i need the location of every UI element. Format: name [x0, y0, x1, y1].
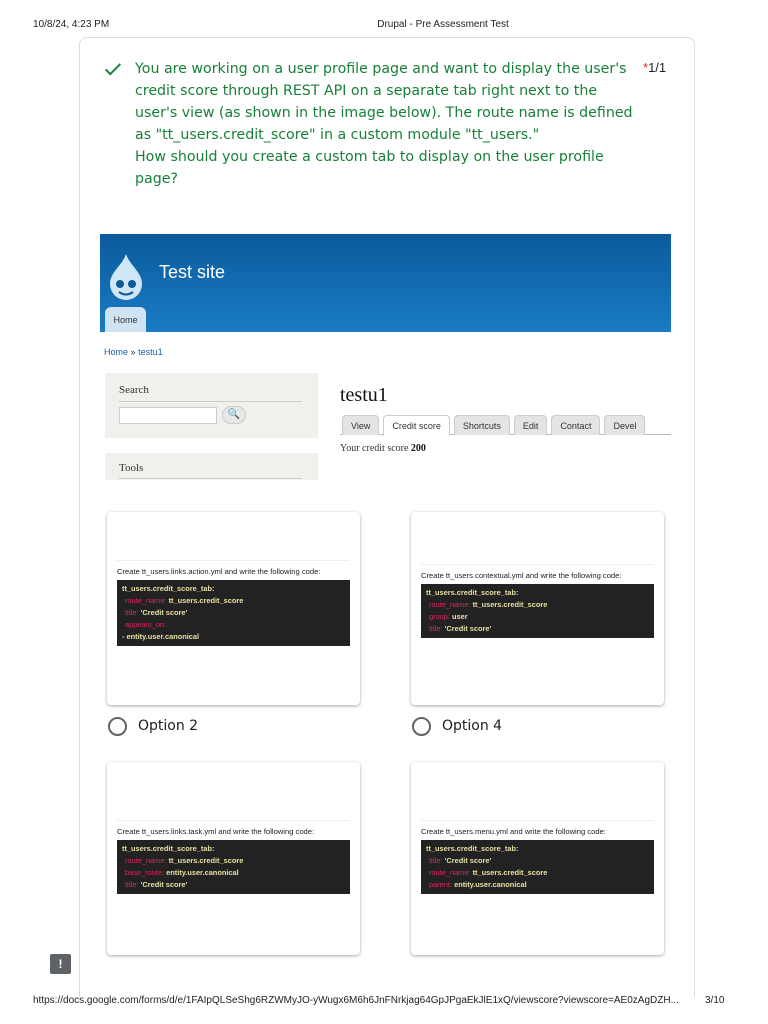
code-key: title:	[429, 856, 443, 865]
tools-block-title: Tools	[119, 462, 144, 474]
code-line: appears_on:	[122, 619, 345, 631]
correct-check-icon	[104, 63, 122, 76]
code-block: tt_users.credit_score_tab: route_name: tt…	[117, 580, 350, 646]
option-instruction: Create tt_users.links.task.yml and write…	[117, 827, 315, 836]
code-value: entity.user.canonical	[454, 880, 527, 889]
question-body: You are working on a user profile page a…	[135, 61, 633, 143]
code-key: route_name:	[125, 856, 167, 865]
print-page-number: 3/10	[705, 995, 725, 1006]
code-value: entity.user.canonical	[166, 868, 239, 877]
user-tabs: View Credit score Shortcuts Edit Contact…	[340, 414, 671, 436]
question-image: Test site Home Home » testu1 Search 🔍 To…	[100, 234, 671, 480]
code-line: group: user	[426, 611, 649, 623]
credit-score-value: 200	[410, 443, 426, 454]
print-url: https://docs.google.com/forms/d/e/1FAIpQ…	[33, 995, 679, 1006]
report-icon[interactable]: !	[50, 954, 71, 974]
code-key: route_name:	[125, 596, 167, 605]
code-line: title: 'Credit score'	[122, 879, 345, 891]
breadcrumb-current: testu1	[138, 347, 163, 357]
tools-block: Tools	[105, 453, 318, 480]
tab-contact: Contact	[551, 415, 601, 435]
drupal-logo-icon	[110, 254, 142, 300]
code-line: route_name: tt_users.credit_score	[426, 867, 649, 879]
code-key: route_name:	[429, 600, 471, 609]
tab-shortcuts: Shortcuts	[453, 415, 510, 435]
print-title: Drupal - Pre Assessment Test	[377, 19, 509, 30]
code-value: - entity.user.canonical	[122, 632, 200, 641]
option-2-label: Option 2	[138, 718, 199, 734]
code-key: parent:	[429, 880, 453, 889]
code-value: 'Credit score'	[140, 880, 188, 889]
code-value: tt_users.credit_score	[168, 596, 244, 605]
search-icon: 🔍	[222, 406, 246, 424]
option-4-label: Option 4	[442, 718, 503, 734]
question-prompt: How should you create a custom tab to di…	[135, 149, 604, 187]
code-key: title:	[125, 880, 139, 889]
option-instruction: Create tt_users.contextual.yml and write…	[421, 571, 622, 580]
site-banner: Test site Home	[100, 234, 671, 332]
code-line: - entity.user.canonical	[122, 631, 345, 643]
user-page-title: testu1	[340, 384, 388, 406]
code-block: tt_users.credit_score_tab: route_name: tt…	[117, 840, 350, 894]
code-value: tt_users.credit_score	[472, 868, 548, 877]
code-value: tt_users.credit_score_tab:	[426, 588, 519, 597]
code-key: route_name:	[429, 868, 471, 877]
code-value: tt_users.credit_score	[472, 600, 548, 609]
code-line: route_name: tt_users.credit_score	[122, 595, 345, 607]
code-value: 'Credit score'	[444, 624, 492, 633]
credit-score-label: Your credit score	[340, 443, 409, 454]
code-line: base_route: entity.user.canonical	[122, 867, 345, 879]
code-line: route_name: tt_users.credit_score	[122, 855, 345, 867]
site-name: Test site	[159, 262, 226, 282]
question-text: You are working on a user profile page a…	[135, 58, 635, 190]
code-line: title: 'Credit score'	[426, 855, 649, 867]
code-line: title: 'Credit score'	[426, 623, 649, 635]
search-input	[119, 407, 217, 424]
code-key: group:	[429, 612, 450, 621]
code-key: title:	[125, 608, 139, 617]
code-line: tt_users.credit_score_tab:	[122, 843, 345, 855]
code-value: tt_users.credit_score_tab:	[122, 844, 215, 853]
code-block: tt_users.credit_score_tab: route_name: tt…	[421, 584, 654, 638]
tab-credit-score: Credit score	[383, 415, 450, 436]
option-instruction: Create tt_users.menu.yml and write the f…	[421, 827, 606, 836]
breadcrumb: Home » testu1	[104, 347, 163, 357]
option-2-radio[interactable]	[108, 717, 127, 736]
code-value: tt_users.credit_score	[168, 856, 244, 865]
search-block-title: Search	[119, 384, 149, 396]
code-value: 'Credit score'	[140, 608, 188, 617]
tab-devel: Devel	[604, 415, 646, 435]
code-block: tt_users.credit_score_tab: title: 'Credit…	[421, 840, 654, 894]
code-line: tt_users.credit_score_tab:	[122, 583, 345, 595]
home-tab: Home	[105, 307, 146, 332]
code-line: title: 'Credit score'	[122, 607, 345, 619]
option-4-radio[interactable]	[412, 717, 431, 736]
breadcrumb-separator: »	[130, 347, 136, 357]
option-card[interactable]: Create tt_users.menu.yml and write the f…	[411, 762, 664, 955]
tab-edit: Edit	[513, 415, 548, 435]
code-key: appears_on:	[125, 620, 167, 629]
code-value: 'Credit score'	[444, 856, 492, 865]
code-value: tt_users.credit_score_tab:	[426, 844, 519, 853]
score-value: 1/1	[648, 60, 667, 75]
code-key: title:	[429, 624, 443, 633]
breadcrumb-home: Home	[104, 347, 129, 357]
question-score: *1/1	[643, 60, 666, 75]
code-value: tt_users.credit_score_tab:	[122, 584, 215, 593]
option-card[interactable]: Create tt_users.links.task.yml and write…	[107, 762, 360, 955]
code-key: base_route:	[125, 868, 165, 877]
option-instruction: Create tt_users.links.action.yml and wri…	[117, 567, 321, 576]
code-line: route_name: tt_users.credit_score	[426, 599, 649, 611]
code-value: user	[452, 612, 468, 621]
code-line: tt_users.credit_score_tab:	[426, 843, 649, 855]
code-line: parent: entity.user.canonical	[426, 879, 649, 891]
code-line: tt_users.credit_score_tab:	[426, 587, 649, 599]
option-card[interactable]: Create tt_users.contextual.yml and write…	[411, 512, 664, 705]
tab-view: View	[342, 415, 380, 435]
search-block: Search 🔍	[105, 373, 318, 438]
option-card[interactable]: Create tt_users.links.action.yml and wri…	[107, 512, 360, 705]
credit-score-text: Your credit score 200	[340, 443, 426, 454]
